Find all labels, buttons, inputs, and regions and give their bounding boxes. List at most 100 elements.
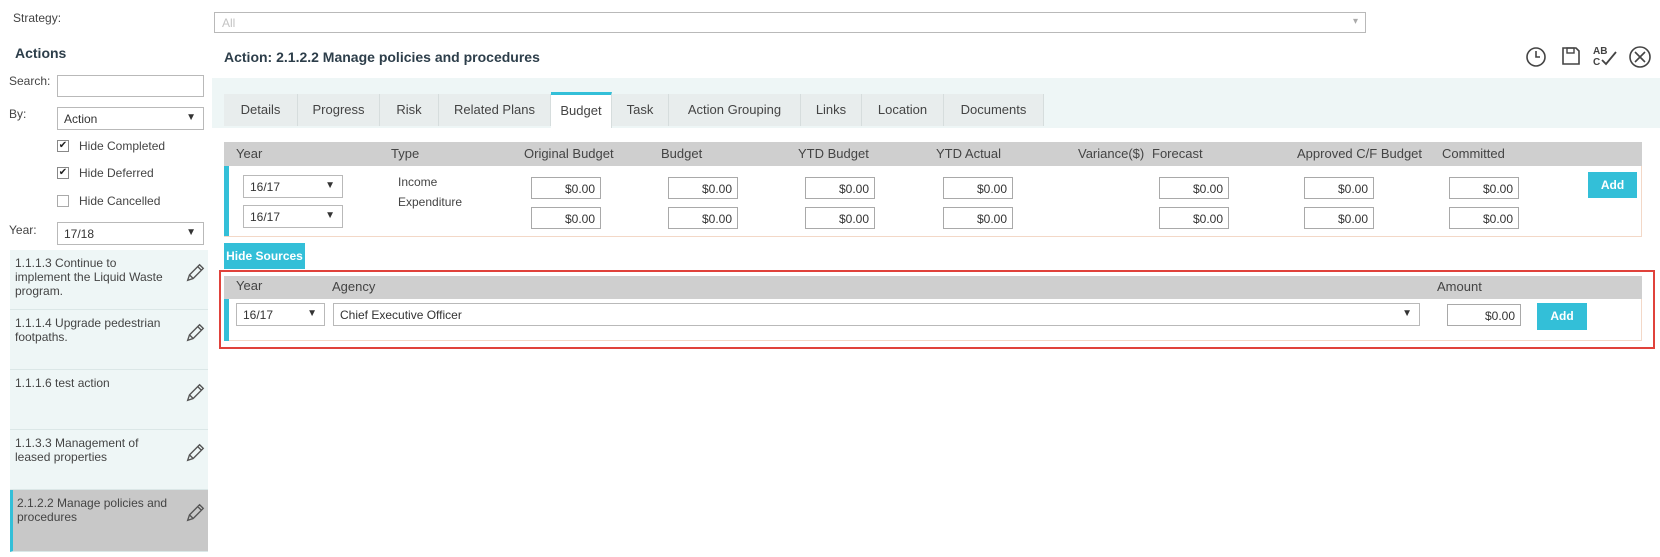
tab-location[interactable]: Location — [862, 94, 944, 126]
col-source-year: Year — [236, 278, 263, 293]
by-value: Action — [64, 112, 98, 126]
col-amount: Amount — [1437, 279, 1482, 294]
col-forecast: Forecast — [1152, 146, 1203, 161]
year-label: Year: — [9, 223, 37, 237]
budget-type: Income — [398, 175, 438, 189]
pencil-icon[interactable] — [184, 322, 206, 344]
col-budget: Budget — [661, 146, 703, 161]
save-icon[interactable] — [1561, 46, 1581, 66]
chevron-down-icon: ▾ — [1352, 16, 1358, 27]
original-budget-input[interactable]: $0.00 — [531, 207, 601, 229]
ytd-actual-input[interactable]: $0.00 — [943, 177, 1013, 199]
forecast-input[interactable]: $0.00 — [1159, 207, 1229, 229]
budget-input[interactable]: $0.00 — [668, 207, 738, 229]
close-icon[interactable] — [1628, 45, 1652, 69]
action-list-item-selected[interactable]: 2.1.2.2 Manage policies and procedures — [10, 490, 208, 552]
budget-year-value: 16/17 — [250, 210, 281, 224]
tab-details[interactable]: Details — [224, 94, 298, 126]
hide-completed-checkbox[interactable]: ✔ — [57, 140, 69, 152]
budget-input[interactable]: $0.00 — [668, 177, 738, 199]
sources-row-accent — [224, 299, 229, 341]
ytd-budget-input[interactable]: $0.00 — [805, 207, 875, 229]
strategy-select[interactable]: All ▾ — [214, 12, 1366, 33]
action-list-item[interactable]: 1.1.1.3 Continue to implement the Liquid… — [10, 250, 208, 310]
search-label: Search: — [9, 74, 51, 88]
by-label: By: — [9, 107, 27, 121]
action-item-label: 2.1.2.2 Manage policies and procedures — [17, 496, 168, 524]
strategy-label: Strategy: — [13, 11, 62, 25]
col-year: Year — [236, 146, 263, 161]
add-source-button[interactable]: Add — [1537, 303, 1587, 330]
original-budget-input[interactable]: $0.00 — [531, 177, 601, 199]
pencil-icon[interactable] — [184, 262, 206, 284]
source-year-select[interactable]: 16/17 ▼ — [236, 303, 325, 326]
col-ytd-budget: YTD Budget — [798, 146, 869, 161]
pencil-icon[interactable] — [184, 502, 206, 524]
tab-documents[interactable]: Documents — [944, 94, 1044, 126]
col-original-budget: Original Budget — [524, 146, 614, 161]
forecast-input[interactable]: $0.00 — [1159, 177, 1229, 199]
tab-action-grouping[interactable]: Action Grouping — [669, 94, 801, 126]
col-type: Type — [391, 146, 420, 161]
svg-text:C: C — [1593, 57, 1600, 68]
action-list-item[interactable]: 1.1.1.4 Upgrade pedestrian footpaths. — [10, 310, 208, 370]
col-ytd-actual: YTD Actual — [936, 146, 1002, 161]
ytd-actual-input[interactable]: $0.00 — [943, 207, 1013, 229]
committed-input[interactable]: $0.00 — [1449, 177, 1519, 199]
sidebar-title: Actions — [15, 45, 67, 61]
year-select[interactable]: 17/18 ▼ — [57, 222, 204, 245]
action-list-item[interactable]: 1.1.1.6 test action — [10, 370, 208, 430]
action-item-label: 1.1.1.3 Continue to implement the Liquid… — [15, 256, 163, 298]
col-approved-cf-budget: Approved C/F Budget — [1297, 146, 1423, 161]
hide-sources-button[interactable]: Hide Sources — [224, 243, 305, 269]
svg-text:AB: AB — [1593, 46, 1607, 57]
action-item-label: 1.1.1.4 Upgrade pedestrian footpaths. — [15, 316, 161, 344]
search-input[interactable] — [57, 75, 204, 97]
budget-type: Expenditure — [398, 195, 463, 209]
tab-progress[interactable]: Progress — [298, 94, 380, 126]
tab-task[interactable]: Task — [612, 94, 669, 126]
source-year-value: 16/17 — [243, 308, 274, 322]
source-amount-input[interactable]: $0.00 — [1447, 304, 1521, 326]
by-select[interactable]: Action ▼ — [57, 107, 204, 130]
hide-deferred-label: Hide Deferred — [79, 166, 154, 180]
page-title: Action: 2.1.2.2 Manage policies and proc… — [224, 49, 540, 65]
action-list-item[interactable]: 1.1.3.3 Management of leased properties — [10, 430, 208, 490]
budget-year-select[interactable]: 16/17 ▼ — [243, 205, 343, 228]
spellcheck-icon[interactable]: ABC — [1592, 44, 1618, 68]
committed-input[interactable]: $0.00 — [1449, 207, 1519, 229]
year-value: 17/18 — [64, 227, 95, 241]
action-item-label: 1.1.3.3 Management of leased properties — [15, 436, 139, 464]
tab-links[interactable]: Links — [801, 94, 862, 126]
ytd-budget-input[interactable]: $0.00 — [805, 177, 875, 199]
budget-year-select[interactable]: 16/17 ▼ — [243, 175, 343, 198]
chevron-down-icon: ▼ — [186, 227, 196, 238]
col-agency: Agency — [332, 279, 376, 294]
tab-related-plans[interactable]: Related Plans — [439, 94, 551, 126]
add-budget-button[interactable]: Add — [1588, 172, 1637, 198]
action-item-label: 1.1.1.6 test action — [15, 376, 110, 390]
sources-header-bar — [224, 276, 1642, 299]
pencil-icon[interactable] — [184, 382, 206, 404]
approved-cf-input[interactable]: $0.00 — [1304, 177, 1374, 199]
tab-budget[interactable]: Budget — [551, 92, 612, 128]
chevron-down-icon: ▼ — [325, 210, 335, 221]
pencil-icon[interactable] — [184, 442, 206, 464]
col-committed: Committed — [1442, 146, 1505, 161]
strategy-value: All — [222, 16, 236, 30]
tab-risk[interactable]: Risk — [380, 94, 439, 126]
approved-cf-input[interactable]: $0.00 — [1304, 207, 1374, 229]
agency-select[interactable]: Chief Executive Officer ▼ — [333, 303, 1420, 326]
hide-cancelled-label: Hide Cancelled — [79, 194, 161, 208]
agency-value: Chief Executive Officer — [340, 308, 462, 322]
hide-cancelled-checkbox[interactable] — [57, 195, 69, 207]
hide-completed-label: Hide Completed — [79, 139, 166, 153]
chevron-down-icon: ▼ — [1402, 308, 1412, 319]
chevron-down-icon: ▼ — [186, 112, 196, 123]
hide-deferred-checkbox[interactable]: ✔ — [57, 167, 69, 179]
chevron-down-icon: ▼ — [307, 308, 317, 319]
budget-year-value: 16/17 — [250, 180, 281, 194]
budget-header-bar — [224, 142, 1642, 166]
col-variance: Variance($) — [1078, 146, 1145, 161]
history-icon[interactable] — [1525, 46, 1547, 68]
